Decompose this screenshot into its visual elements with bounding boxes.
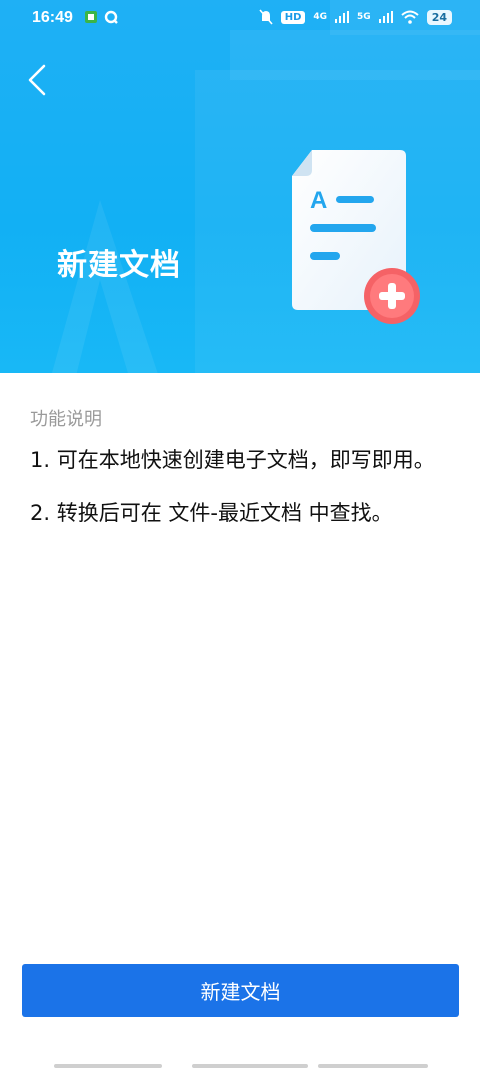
hd-icon: HD bbox=[280, 10, 306, 24]
description-section: 功能说明 1. 可在本地快速创建电子文档，即写即用。 2. 转换后可在 文件-最… bbox=[30, 405, 450, 551]
description-item: 1. 可在本地快速创建电子文档，即写即用。 bbox=[30, 448, 435, 472]
status-left-icons bbox=[84, 10, 118, 24]
nav-indicator bbox=[318, 1064, 428, 1068]
new-document-button[interactable]: 新建文档 bbox=[22, 964, 459, 1017]
signal-bars-icon bbox=[378, 11, 393, 23]
svg-text:A: A bbox=[310, 187, 327, 214]
signal-4g-icon: 4G bbox=[313, 12, 328, 22]
chevron-left-icon bbox=[28, 64, 46, 96]
wifi-icon bbox=[401, 10, 419, 24]
status-time: 16:49 bbox=[32, 9, 73, 26]
hero-banner: 16:49 HD 4G 5G 24 新建文档 A bbox=[0, 0, 480, 373]
document-illustration-icon: A bbox=[292, 150, 420, 324]
mute-icon bbox=[259, 9, 273, 25]
battery-indicator: 24 bbox=[426, 9, 452, 25]
back-button[interactable] bbox=[24, 62, 52, 98]
page-title: 新建文档 bbox=[57, 248, 181, 283]
signal-bars-icon bbox=[335, 11, 350, 23]
section-title: 功能说明 bbox=[30, 409, 102, 430]
description-item: 2. 转换后可在 文件-最近文档 中查找。 bbox=[30, 501, 393, 525]
nav-indicator bbox=[192, 1064, 308, 1068]
bg-decoration bbox=[230, 30, 480, 80]
status-bar: 16:49 HD 4G 5G 24 bbox=[0, 0, 480, 36]
app-notification-icon bbox=[85, 11, 97, 23]
status-right-icons: HD 4G 5G 24 bbox=[259, 9, 452, 25]
q-app-icon bbox=[104, 10, 118, 24]
nav-indicator bbox=[54, 1064, 162, 1068]
signal-5g-icon: 5G bbox=[357, 12, 371, 22]
